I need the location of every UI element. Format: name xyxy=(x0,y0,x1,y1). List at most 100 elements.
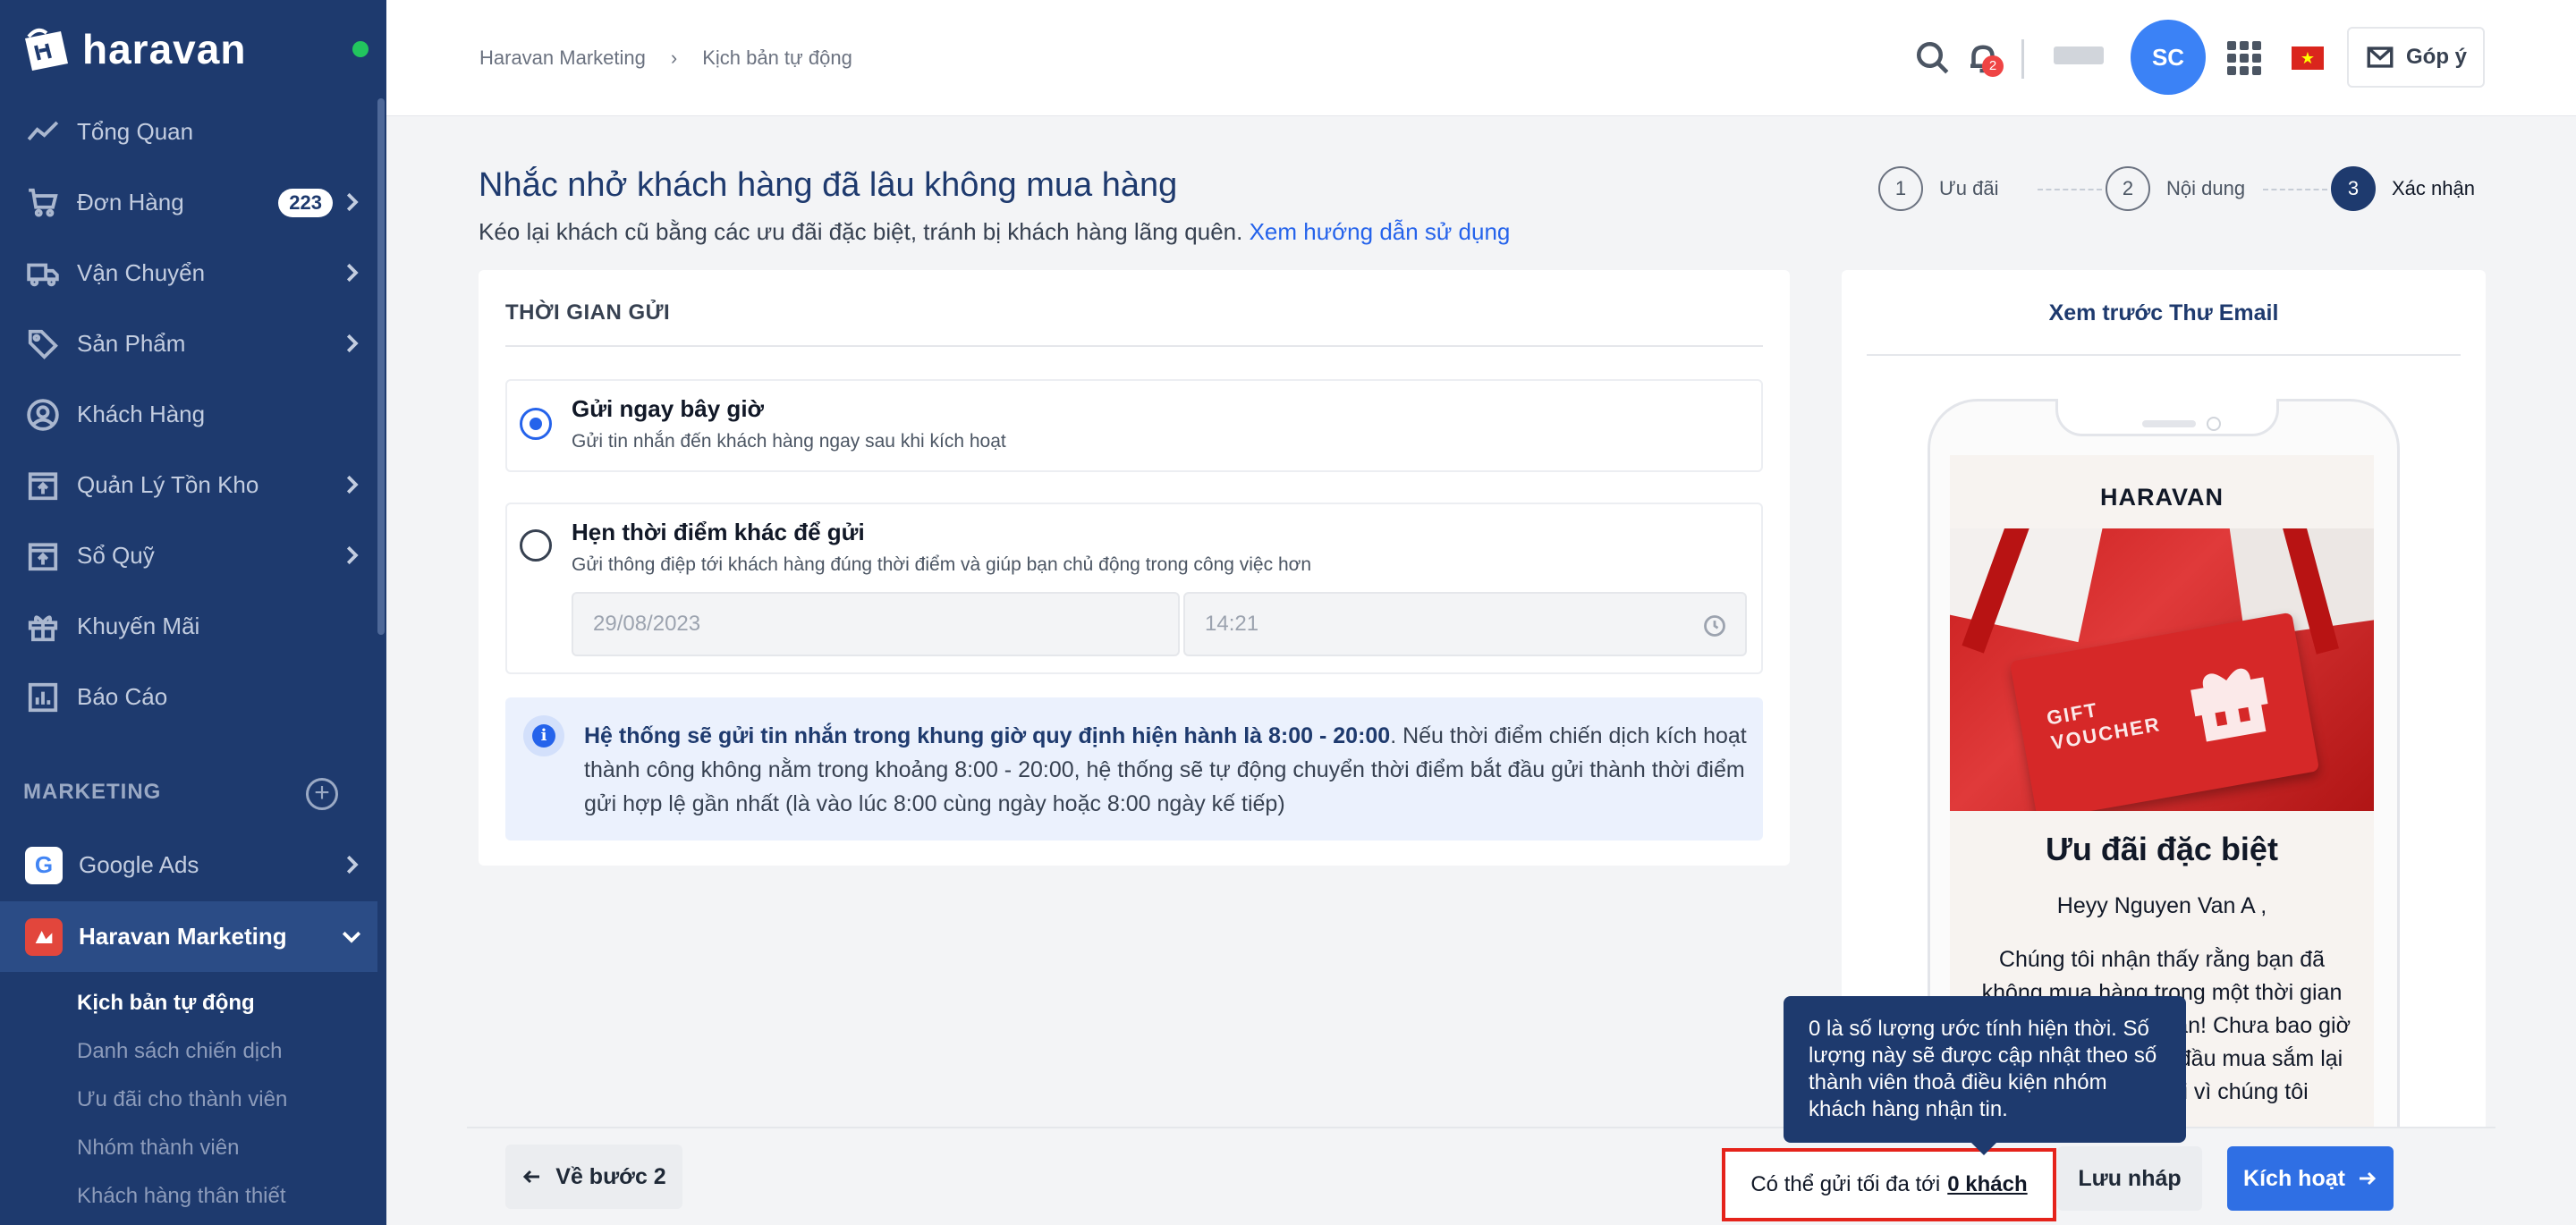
option-schedule[interactable]: Hẹn thời điểm khác để gửi Gửi thông điệp… xyxy=(505,503,1763,674)
time-value: 14:21 xyxy=(1205,612,1259,636)
chevron-right-icon xyxy=(338,851,365,878)
apps-grid-icon[interactable] xyxy=(2227,41,2261,75)
sidebar-scrollbar[interactable] xyxy=(377,98,385,635)
send-time-card: THỜI GIAN GỬI Gửi ngay bây giờ Gửi tin n… xyxy=(479,270,1790,866)
sidebar-item-inventory[interactable]: Quản Lý Tồn Kho xyxy=(0,450,377,520)
divider xyxy=(2021,39,2024,79)
chevron-right-icon xyxy=(338,259,365,286)
sidebar-item-cashbook[interactable]: Sổ Quỹ xyxy=(0,520,377,591)
step-number: 3 xyxy=(2331,166,2376,211)
gift-icon xyxy=(25,609,61,645)
phone-notch xyxy=(2055,399,2279,436)
help-link[interactable]: Xem hướng dẫn sử dụng xyxy=(1250,218,1511,245)
sidebar-item-customers[interactable]: Khách Hàng xyxy=(0,379,377,450)
back-button[interactable]: Về bước 2 xyxy=(505,1145,682,1209)
store-name-placeholder xyxy=(2054,46,2104,64)
sidebar-item-label: Đơn Hàng xyxy=(77,189,184,215)
page-subtitle: Kéo lại khách cũ bằng các ưu đãi đặc biệ… xyxy=(479,218,1510,246)
radio-schedule[interactable] xyxy=(520,529,552,562)
breadcrumb-item[interactable]: Haravan Marketing xyxy=(479,46,646,70)
back-label: Về bước 2 xyxy=(555,1163,666,1189)
recipient-count[interactable]: Có thể gửi tối đa tới 0 khách xyxy=(1722,1148,2056,1221)
option-title: Hẹn thời điểm khác để gửi xyxy=(572,519,865,545)
feedback-button[interactable]: Góp ý xyxy=(2347,27,2485,88)
report-icon xyxy=(25,680,61,715)
breadcrumb-separator: › xyxy=(670,46,678,69)
add-app-button[interactable]: + xyxy=(306,778,338,810)
sidebar-item-products[interactable]: Sản Phẩm xyxy=(0,308,377,379)
chevron-right-icon xyxy=(338,471,365,498)
sidebar-sub-campaigns[interactable]: Danh sách chiến dịch xyxy=(77,1039,282,1064)
sidebar-item-label: Tổng Quan xyxy=(77,118,194,145)
sidebar-item-google-ads[interactable]: G Google Ads xyxy=(0,830,377,900)
email-brand: HARAVAN xyxy=(2100,484,2224,511)
mail-icon xyxy=(2367,46,2394,68)
arrow-left-icon xyxy=(523,1170,540,1184)
save-draft-button[interactable]: Lưu nháp xyxy=(2057,1146,2202,1211)
info-text: Hệ thống sẽ gửi tin nhắn trong khung giờ… xyxy=(584,719,1747,821)
vietnam-flag-icon[interactable]: ★ xyxy=(2292,46,2324,70)
sidebar-sub-member-groups[interactable]: Nhóm thành viên xyxy=(77,1136,239,1161)
trend-icon xyxy=(25,114,61,150)
sidebar-item-shipping[interactable]: Vận Chuyển xyxy=(0,238,377,308)
time-field[interactable]: 14:21 xyxy=(1183,592,1747,656)
sidebar-item-reports[interactable]: Báo Cáo xyxy=(0,662,377,732)
sidebar-item-overview[interactable]: Tổng Quan xyxy=(0,97,377,167)
search-icon[interactable] xyxy=(1914,39,1952,77)
activate-button[interactable]: Kích hoạt xyxy=(2227,1146,2394,1211)
sidebar-item-orders[interactable]: Đơn Hàng 223 xyxy=(0,167,377,238)
info-icon: i xyxy=(523,715,564,756)
option-send-now[interactable]: Gửi ngay bây giờ Gửi tin nhắn đến khách … xyxy=(505,379,1763,472)
chevron-right-icon xyxy=(338,189,365,215)
divider xyxy=(505,345,1763,347)
step-label: Nội dung xyxy=(2166,177,2246,199)
step-label: Ưu đãi xyxy=(1939,177,1999,199)
recipient-count-tooltip: 0 là số lượng ước tính hiện thời. Số lượ… xyxy=(1784,996,2186,1155)
sidebar-item-label: Báo Cáo xyxy=(77,683,168,710)
logo[interactable]: haravan xyxy=(0,0,386,98)
date-field[interactable]: 29/08/2023 xyxy=(572,592,1180,656)
sidebar-sub-automation[interactable]: Kịch bản tự động xyxy=(77,991,255,1016)
cashbook-icon xyxy=(25,538,61,574)
info-bold: Hệ thống sẽ gửi tin nhắn trong khung giờ… xyxy=(584,723,1391,748)
user-icon xyxy=(25,397,61,433)
radio-send-now[interactable] xyxy=(520,408,552,440)
step-connector xyxy=(2038,189,2102,190)
phone-speaker xyxy=(2142,420,2196,427)
notification-badge: 2 xyxy=(1982,55,2004,77)
sidebar-section-marketing: MARKETING xyxy=(23,780,162,804)
email-heading: Ưu đãi đặc biệt xyxy=(2046,831,2278,867)
tag-icon xyxy=(25,326,61,362)
step-3: 3 Xác nhận xyxy=(2331,166,2475,211)
count-value[interactable]: 0 khách xyxy=(1947,1172,2027,1197)
sidebar-sub-member-offers[interactable]: Ưu đãi cho thành viên xyxy=(77,1087,287,1112)
step-label: Xác nhận xyxy=(2392,177,2475,199)
breadcrumb: Haravan Marketing › Kịch bản tự động xyxy=(479,46,852,70)
arrow-right-icon xyxy=(2359,1171,2377,1186)
haravan-logo-icon xyxy=(25,28,68,71)
activate-label: Kích hoạt xyxy=(2243,1165,2345,1191)
online-status-dot xyxy=(352,41,369,57)
section-title: THỜI GIAN GỬI xyxy=(505,300,671,325)
sidebar-item-label: Haravan Marketing xyxy=(79,923,287,950)
inventory-icon xyxy=(25,468,61,503)
sidebar-item-label: Vận Chuyển xyxy=(77,259,206,286)
phone-camera xyxy=(2207,417,2221,431)
chevron-down-icon xyxy=(338,923,365,950)
sidebar-item-haravan-marketing[interactable]: Haravan Marketing xyxy=(0,901,377,972)
chevron-right-icon xyxy=(338,542,365,569)
avatar[interactable]: SC xyxy=(2131,20,2206,95)
sidebar-sub-loyal-customers[interactable]: Khách hàng thân thiết xyxy=(77,1184,286,1209)
sidebar-item-promotions[interactable]: Khuyến Mãi xyxy=(0,591,377,662)
sidebar-item-label: Khuyến Mãi xyxy=(77,612,200,639)
gift-voucher-image: GIFT VOUCHER xyxy=(1950,528,2374,811)
sidebar-item-label: Sản Phẩm xyxy=(77,330,186,357)
feedback-label: Góp ý xyxy=(2405,45,2467,69)
truck-icon xyxy=(25,256,61,291)
haravan-marketing-icon xyxy=(25,917,63,956)
orders-count-badge: 223 xyxy=(278,189,333,217)
logo-text: haravan xyxy=(82,26,247,72)
chevron-right-icon xyxy=(338,330,365,357)
option-desc: Gửi tin nhắn đến khách hàng ngay sau khi… xyxy=(572,431,1006,452)
breadcrumb-item[interactable]: Kịch bản tự động xyxy=(702,46,852,70)
